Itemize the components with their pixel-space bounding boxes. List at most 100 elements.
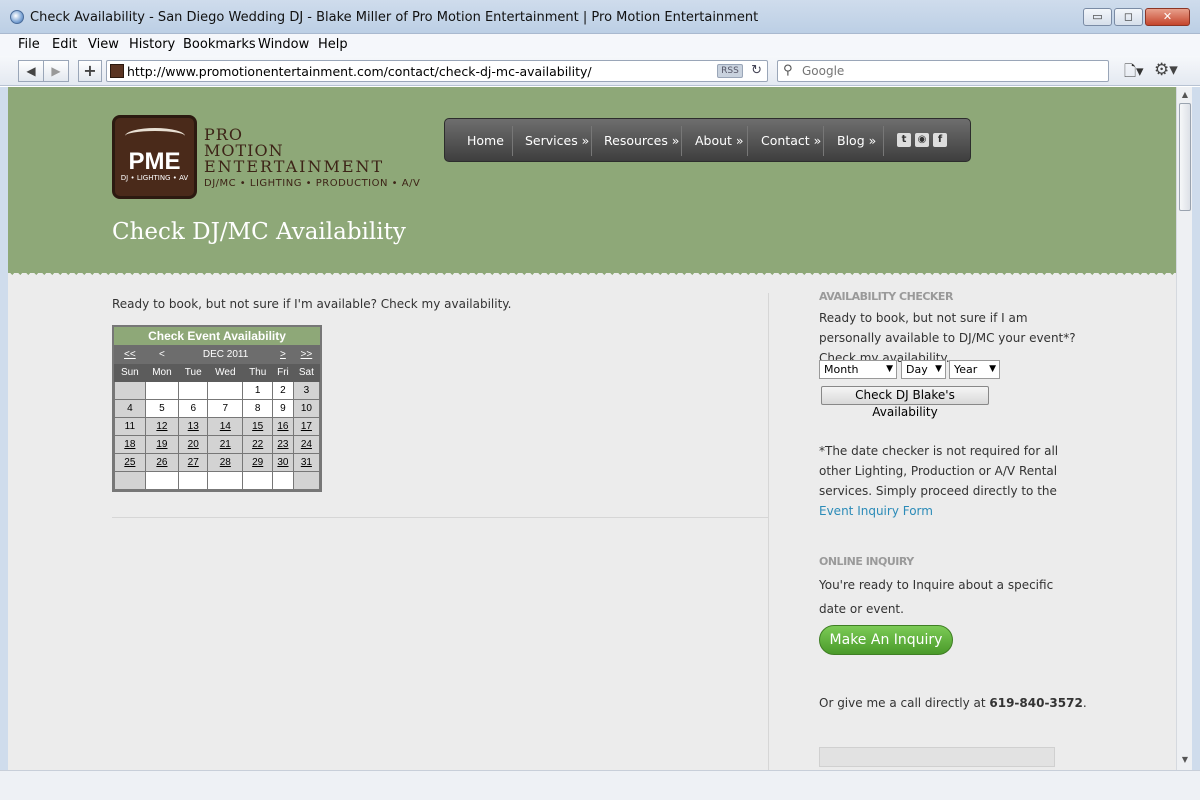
twitter-icon[interactable]: t (897, 133, 911, 147)
calendar-day-link[interactable]: 19 (144, 435, 180, 454)
phone-suffix: . (1082, 696, 1087, 710)
calendar-day: 4 (114, 399, 146, 418)
rss-feed-icon[interactable]: ◉ (915, 133, 929, 147)
calendar-day-link[interactable]: 18 (114, 435, 146, 454)
vertical-scrollbar[interactable]: ▲ ▼ (1176, 87, 1192, 770)
rss-badge[interactable]: RSS (717, 64, 743, 78)
calendar-day-link[interactable]: 29 (242, 453, 274, 472)
window-frame-left (0, 87, 8, 770)
calendar-day-link[interactable]: 15 (242, 417, 274, 436)
calendar-day-link[interactable]: 30 (272, 453, 294, 472)
menu-window[interactable]: Window (258, 37, 309, 52)
calendar-day-link[interactable]: 27 (178, 453, 209, 472)
calendar-day: 8 (242, 399, 274, 418)
calendar-day-link[interactable]: 20 (178, 435, 209, 454)
phone-number[interactable]: 619-840-3572 (989, 696, 1082, 710)
back-button[interactable]: ◀ (18, 60, 44, 82)
site-favicon-icon (110, 64, 124, 78)
make-inquiry-button[interactable]: Make An Inquiry (819, 625, 953, 655)
calendar-week (114, 471, 321, 490)
inquiry-text-1: You're ready to Inquire about a specific (819, 578, 1054, 592)
address-bar[interactable]: http://www.promotionentertainment.com/co… (106, 60, 768, 82)
year-select[interactable]: Year ▼ (949, 360, 1000, 379)
menu-view[interactable]: View (88, 37, 119, 52)
menu-edit[interactable]: Edit (52, 37, 77, 52)
menu-file[interactable]: File (18, 37, 40, 52)
calendar-day-link[interactable]: 23 (272, 435, 294, 454)
calendar-day (144, 381, 180, 400)
forward-button[interactable]: ▶ (43, 60, 69, 82)
calendar-prev-month[interactable]: < (144, 345, 180, 364)
main-navigation: Home Services » Resources » About » Cont… (444, 118, 971, 162)
check-availability-button[interactable]: Check DJ Blake's Availability (821, 386, 989, 419)
page-menu-icon[interactable]: 🗋▾ (1124, 61, 1144, 86)
weekday-fri: Fri (272, 363, 294, 382)
calendar-day: 1 (242, 381, 274, 400)
calendar-day-link[interactable]: 21 (207, 435, 244, 454)
calendar-day (144, 471, 180, 490)
calendar-day-link[interactable]: 25 (114, 453, 146, 472)
logo-tagline: DJ • LIGHTING • AV (120, 174, 189, 182)
settings-gear-icon[interactable]: ⚙▾ (1154, 60, 1178, 80)
calendar-day-link[interactable]: 22 (242, 435, 274, 454)
title-bar: Check Availability - San Diego Wedding D… (0, 0, 1200, 34)
calendar-week: 18 19 20 21 22 23 24 (114, 435, 321, 454)
note-text-1: *The date checker is not required for al… (819, 444, 1059, 458)
facebook-icon[interactable]: f (933, 133, 947, 147)
page-title: Check DJ/MC Availability (112, 219, 406, 245)
nav-about[interactable]: About » (695, 133, 744, 148)
month-select[interactable]: Month ▼ (819, 360, 897, 379)
search-box[interactable]: ⚲ (777, 60, 1109, 82)
site-header: PME DJ • LIGHTING • AV PRO MOTION ENTERT… (8, 87, 1176, 279)
scrollbar-thumb[interactable] (1179, 103, 1191, 211)
logo-line-entertainment: ENTERTAINMENT (204, 157, 385, 176)
logo-wordmark[interactable]: PRO MOTION ENTERTAINMENT DJ/MC • LIGHTIN… (204, 127, 420, 192)
search-icon[interactable]: ⚲ (783, 63, 793, 78)
calendar-day-link[interactable]: 31 (292, 453, 321, 472)
calendar-day: 7 (207, 399, 244, 418)
logo-pme-text: PME (128, 148, 181, 175)
menu-history[interactable]: History (129, 37, 175, 52)
calendar-day-link[interactable]: 24 (292, 435, 321, 454)
calendar-day-link[interactable]: 12 (144, 417, 180, 436)
month-select-value: Month (824, 363, 859, 376)
calendar-day-link[interactable]: 16 (272, 417, 294, 436)
calendar-grid: << < DEC 2011 > >> Sun Mon Tue Wed Thu F… (114, 345, 321, 490)
calendar-day-link[interactable]: 14 (207, 417, 244, 436)
event-inquiry-form-link[interactable]: Event Inquiry Form (819, 501, 933, 521)
nav-resources[interactable]: Resources » (604, 133, 679, 148)
calendar-day-link[interactable]: 13 (178, 417, 209, 436)
day-select[interactable]: Day ▼ (901, 360, 946, 379)
calendar-day-link[interactable]: 17 (292, 417, 321, 436)
calendar-next-year[interactable]: >> (292, 345, 321, 364)
intro-text: Ready to book, but not sure if I'm avail… (112, 297, 512, 311)
weekday-tue: Tue (178, 363, 209, 382)
year-select-value: Year (954, 363, 978, 376)
reload-icon[interactable]: ↻ (751, 63, 762, 78)
nav-services[interactable]: Services » (525, 133, 589, 148)
calendar-day (114, 471, 146, 490)
calendar-day-link[interactable]: 26 (144, 453, 180, 472)
close-button[interactable]: ✕ (1145, 8, 1190, 26)
nav-home[interactable]: Home (467, 133, 504, 148)
calendar-day-link[interactable]: 28 (207, 453, 244, 472)
calendar-next-month[interactable]: > (272, 345, 294, 364)
menu-help[interactable]: Help (318, 37, 348, 52)
nav-blog[interactable]: Blog » (837, 133, 876, 148)
minimize-button[interactable]: ▭ (1083, 8, 1112, 26)
maximize-button[interactable]: ◻ (1114, 8, 1143, 26)
calendar-week: 25 26 27 28 29 30 31 (114, 453, 321, 472)
menu-bookmarks[interactable]: Bookmarks (183, 37, 256, 52)
availability-calendar: Check Event Availability << < DEC 2011 >… (112, 325, 322, 492)
add-bookmark-button[interactable]: + (78, 60, 102, 82)
scroll-down-arrow-icon[interactable]: ▼ (1179, 755, 1191, 767)
search-input[interactable] (802, 64, 1092, 78)
nav-contact[interactable]: Contact » (761, 133, 821, 148)
main-content: Ready to book, but not sure if I'm avail… (8, 273, 768, 770)
logo-services-line: DJ/MC • LIGHTING • PRODUCTION • A/V (204, 178, 421, 189)
scroll-up-arrow-icon[interactable]: ▲ (1179, 90, 1191, 102)
window-frame-right (1192, 87, 1200, 770)
calendar-prev-year[interactable]: << (114, 345, 146, 364)
pme-logo-badge[interactable]: PME DJ • LIGHTING • AV (112, 115, 197, 199)
checker-text-2: personally available to DJ/MC your event… (819, 331, 1076, 345)
